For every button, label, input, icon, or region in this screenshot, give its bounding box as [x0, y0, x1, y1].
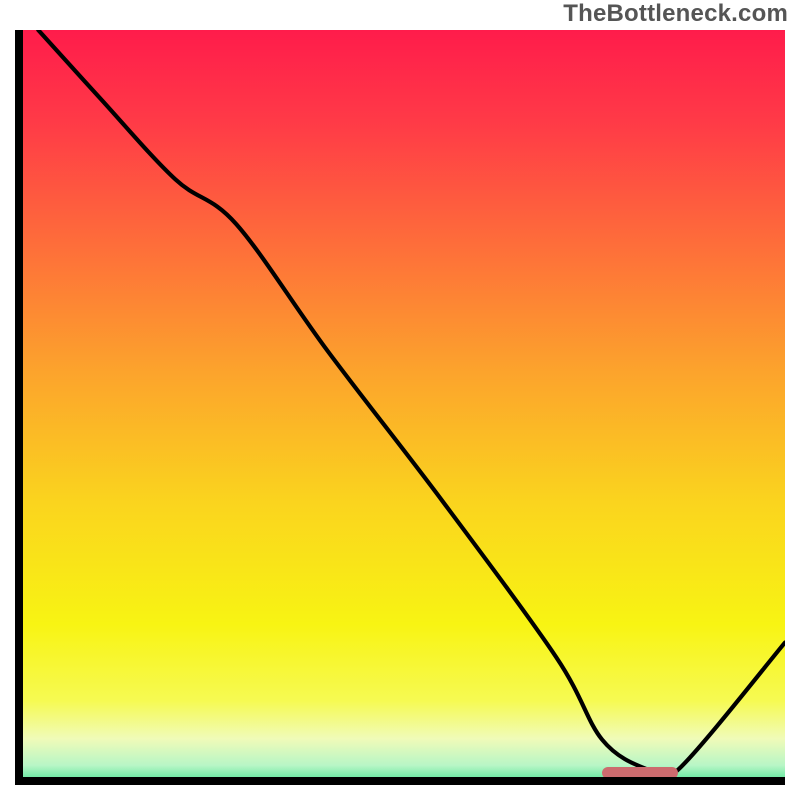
bottleneck-marker — [602, 767, 678, 779]
plot-area — [15, 30, 785, 785]
chart-root: TheBottleneck.com — [0, 0, 800, 800]
background-gradient — [23, 30, 785, 785]
watermark-text: TheBottleneck.com — [563, 0, 788, 28]
